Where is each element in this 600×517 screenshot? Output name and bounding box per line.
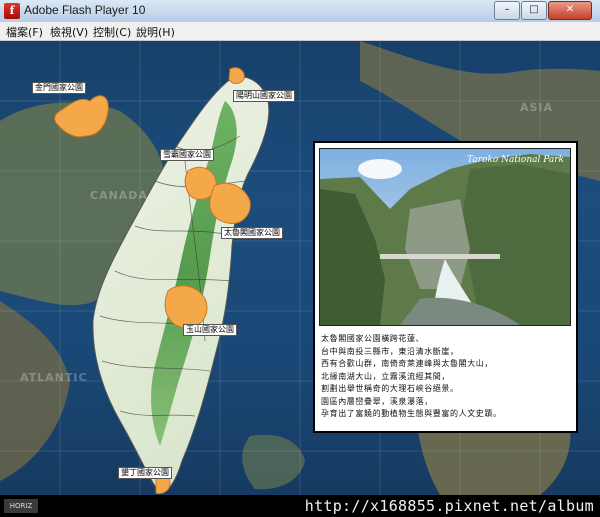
- description-line: 園區內層巒疊翠，溪泉瀑落，: [321, 396, 433, 406]
- maximize-button[interactable]: □: [521, 1, 547, 20]
- bottom-bar: HORIZ http://x168855.pixnet.net/album: [0, 495, 600, 517]
- taroko-park-area[interactable]: [209, 182, 251, 225]
- description-line: 太魯閣國家公園橫跨花蓮、: [321, 334, 425, 343]
- park-label-kinmen[interactable]: 金門國家公園: [32, 82, 86, 94]
- status-badge: HORIZ: [4, 499, 38, 513]
- menu-view[interactable]: 檢視(V): [50, 24, 88, 40]
- description-line: 台中與南投三縣市，東沿清水斷崖，: [321, 346, 459, 356]
- yangmingshan-park-area[interactable]: [228, 67, 245, 84]
- taroko-gorge-photo: Taroko National Park: [319, 148, 571, 326]
- map-region-label: CANADA: [90, 189, 148, 202]
- map-region-label: ATLANTIC: [20, 371, 88, 384]
- map-region-label: ASIA: [520, 101, 554, 114]
- park-label-taroko[interactable]: 太魯閣國家公園: [221, 227, 283, 239]
- minimize-button[interactable]: –: [494, 1, 520, 20]
- window-title: Adobe Flash Player 10: [24, 3, 146, 17]
- park-info-panel: Taroko National Park 太魯閣國家公園橫跨花蓮、 台中與南投三…: [313, 141, 578, 433]
- close-button[interactable]: ✕: [548, 1, 592, 20]
- watermark-url: http://x168855.pixnet.net/album: [304, 497, 594, 515]
- flash-player-icon: f: [4, 3, 20, 19]
- park-label-yushan[interactable]: 玉山國家公園: [183, 324, 237, 336]
- yushan-park-area[interactable]: [164, 285, 208, 329]
- description-line: 西有合歡山群，南倚奇萊連峰與太魯閣大山，: [321, 359, 493, 368]
- menu-bar: 檔案(F) 檢視(V) 控制(C) 說明(H): [0, 22, 600, 41]
- park-label-yangmingshan[interactable]: 陽明山國家公園: [233, 90, 295, 102]
- menu-control[interactable]: 控制(C): [93, 24, 131, 40]
- park-label-sheipa[interactable]: 雪霸國家公園: [160, 149, 214, 161]
- menu-help[interactable]: 說明(H): [136, 24, 175, 40]
- park-description: 太魯閣國家公園橫跨花蓮、 台中與南投三縣市，東沿清水斷崖， 西有合歡山群，南倚奇…: [321, 333, 569, 421]
- photo-caption: Taroko National Park: [467, 155, 564, 165]
- menu-file[interactable]: 檔案(F): [6, 24, 43, 40]
- description-line: 北緣南湖大山，立霧溪流經其間，: [321, 371, 450, 381]
- flash-stage: CANADA ATLANTIC ASIA 金門國家公園 陽明山國家公園 雪霸國家…: [0, 41, 600, 495]
- title-bar: f Adobe Flash Player 10 – □ ✕: [0, 0, 600, 23]
- park-label-kenting[interactable]: 墾丁國家公園: [118, 467, 172, 479]
- description-line: 孕育出了富饒的動植物生態與豐富的人文史蹟。: [321, 409, 502, 418]
- description-line: 割劃出舉世稱奇的大理石峽谷絕景。: [321, 384, 459, 393]
- window-controls: – □ ✕: [493, 1, 592, 20]
